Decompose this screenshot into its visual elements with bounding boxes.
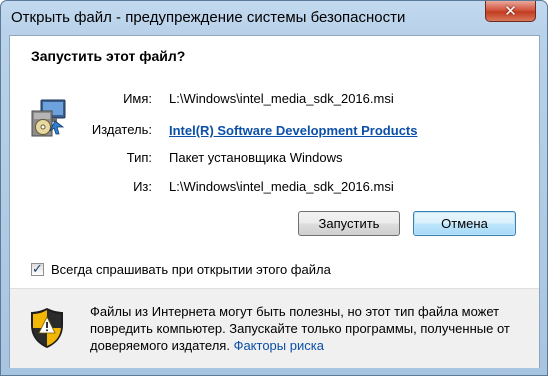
always-ask-label[interactable]: Всегда спрашивать при открытии этого фай… (51, 262, 331, 277)
window-title: Открыть файл - предупреждение системы бе… (11, 9, 406, 26)
title-bar[interactable]: Открыть файл - предупреждение системы бе… (1, 1, 547, 35)
type-label: Тип: (126, 150, 152, 165)
from-label: Из: (133, 179, 152, 194)
name-value: L:\Windows\intel_media_sdk_2016.msi (169, 91, 394, 106)
from-value: L:\Windows\intel_media_sdk_2016.msi (169, 179, 394, 194)
publisher-link[interactable]: Intel(R) Software Development Products (169, 123, 417, 138)
type-value: Пакет установщика Windows (169, 150, 343, 165)
risk-factors-link[interactable]: Факторы риска (234, 338, 324, 353)
cancel-button[interactable]: Отмена (413, 211, 516, 236)
publisher-label: Издатель: (91, 122, 152, 137)
run-button[interactable]: Запустить (298, 211, 400, 236)
always-ask-checkbox[interactable]: ✓ (31, 261, 44, 276)
warning-message: Файлы из Интернета могут быть полезны, н… (90, 303, 530, 354)
dialog-heading: Запустить этот файл? (31, 48, 186, 64)
warning-footer: Файлы из Интернета могут быть полезны, н… (10, 288, 539, 368)
security-warning-dialog: Открыть файл - предупреждение системы бе… (0, 0, 548, 376)
security-shield-icon (31, 308, 63, 348)
name-label: Имя: (123, 91, 152, 106)
close-button[interactable]: ✕ (485, 1, 536, 22)
dialog-body: Запустить этот файл? Имя: L:\Windows\int… (9, 35, 540, 368)
close-icon: ✕ (504, 3, 517, 20)
checkmark-icon: ✓ (32, 261, 43, 276)
